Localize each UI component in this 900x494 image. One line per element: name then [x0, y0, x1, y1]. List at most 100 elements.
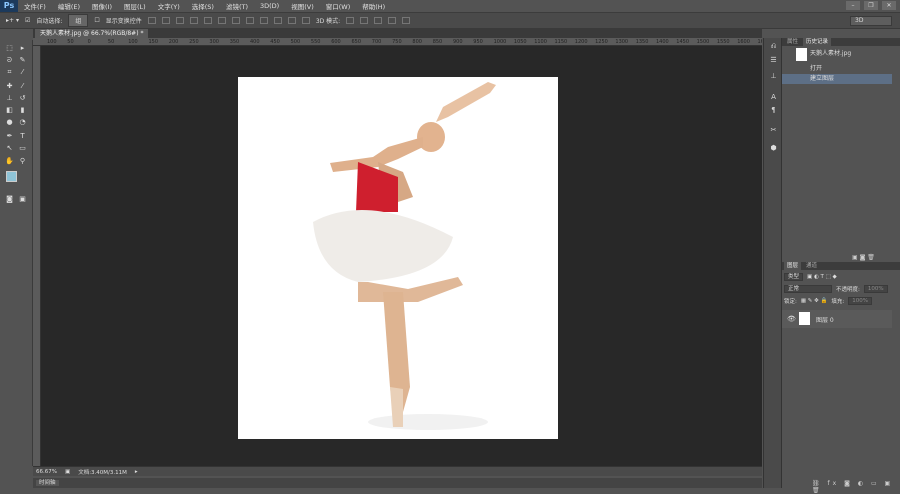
3d-scale-icon[interactable] [402, 17, 411, 24]
pen-tool-icon[interactable]: ✒ [5, 132, 14, 140]
layer-filter-dropdown[interactable]: 类型 [784, 273, 804, 281]
ruler-tick-label: 600 [331, 39, 341, 45]
panel-icon-strip: ⎌ ☰ ⊥ A ¶ ✂ ⬢ [763, 38, 782, 488]
brush-presets-icon[interactable]: ⊥ [769, 72, 778, 80]
type-tool-icon[interactable]: T [18, 132, 27, 140]
menu-image[interactable]: 图像(I) [86, 1, 118, 11]
crop-tool-icon[interactable]: ⌗ [5, 68, 14, 76]
gradient-tool-icon[interactable]: ▮ [18, 106, 27, 114]
opacity-field[interactable]: 100% [863, 285, 888, 293]
marquee-tool-icon[interactable]: ⬚ [5, 44, 14, 52]
align-middle-icon[interactable] [161, 17, 170, 24]
filter-icons[interactable]: ▣ ◐ T ⬚ ◆ [807, 274, 837, 280]
eyedropper-tool-icon[interactable]: ⁄ [18, 68, 27, 76]
3d-slide-icon[interactable] [388, 17, 397, 24]
menu-type[interactable]: 文字(Y) [152, 1, 186, 11]
menu-filter[interactable]: 滤镜(T) [220, 1, 254, 11]
tab-properties[interactable]: 属性 [784, 38, 801, 46]
lasso-tool-icon[interactable]: ᘐ [5, 56, 14, 64]
align-right-icon[interactable] [217, 17, 226, 24]
tab-history[interactable]: 历史记录 [803, 38, 832, 46]
zoom-tool-icon[interactable]: ⚲ [18, 157, 27, 165]
blur-tool-icon[interactable]: ● [5, 118, 14, 126]
history-brush-tool-icon[interactable]: ↺ [18, 94, 27, 102]
tab-channels[interactable]: 通道 [803, 262, 820, 270]
3d-rotate-icon[interactable] [346, 17, 355, 24]
properties-panel-icon[interactable]: ☰ [769, 56, 778, 64]
3d-panel-icon[interactable]: ⬢ [769, 144, 778, 152]
align-bottom-icon[interactable] [175, 17, 184, 24]
tab-layers[interactable]: 图层 [784, 262, 802, 270]
export-icon[interactable]: ▣ [65, 469, 70, 475]
align-center-icon[interactable] [203, 17, 212, 24]
ballerina-photo[interactable] [238, 77, 558, 439]
fill-field[interactable]: 100% [848, 297, 872, 305]
workspace-dropdown[interactable]: 3D [850, 16, 892, 26]
auto-align-icon[interactable] [301, 17, 310, 24]
ruler-tick-label: 450 [270, 39, 280, 45]
healing-tool-icon[interactable]: ✚ [5, 82, 14, 90]
history-snapshot[interactable]: 天鹅人素材.jpg [782, 49, 892, 59]
foreground-color-swatch[interactable] [6, 171, 17, 182]
quick-select-tool-icon[interactable]: ✎ [18, 56, 27, 64]
history-item-open[interactable]: 打开 [782, 64, 892, 74]
distribute-center-icon[interactable] [287, 17, 296, 24]
ruler-tick-label: 800 [412, 39, 422, 45]
dodge-tool-icon[interactable]: ◔ [18, 118, 27, 126]
menu-layer[interactable]: 图层(L) [118, 1, 152, 11]
timeline-tab[interactable]: 时间轴 [36, 480, 59, 486]
distribute-left-icon[interactable] [273, 17, 282, 24]
menu-edit[interactable]: 编辑(E) [52, 1, 86, 11]
clone-stamp-tool-icon[interactable]: ⊥ [5, 94, 14, 102]
move-tool-preset-icon[interactable]: ▸+ ▾ [6, 17, 19, 24]
ruler-tick-label: 900 [453, 39, 463, 45]
ruler-tick-label: 700 [371, 39, 382, 45]
tools-preset-icon[interactable]: ✂ [769, 126, 778, 134]
align-top-icon[interactable] [147, 17, 156, 24]
minimize-button[interactable]: – [846, 1, 860, 10]
brush-tool-icon[interactable]: ⁄ [18, 82, 27, 90]
menu-3d[interactable]: 3D(D) [254, 2, 285, 10]
auto-select-dropdown[interactable]: 组 [68, 14, 89, 27]
move-tool-icon[interactable]: ▸ [18, 44, 27, 52]
paragraph-panel-icon[interactable]: ¶ [769, 106, 778, 114]
menu-file[interactable]: 文件(F) [18, 1, 52, 11]
eraser-tool-icon[interactable]: ◧ [5, 106, 14, 114]
menu-select[interactable]: 选择(S) [186, 1, 220, 11]
ruler-tick-label: 1350 [635, 39, 649, 45]
zoom-level[interactable]: 66.67% [36, 469, 57, 475]
status-menu-arrow-icon[interactable]: ▸ [135, 469, 138, 475]
3d-roll-icon[interactable] [360, 17, 369, 24]
distribute-bottom-icon[interactable] [259, 17, 268, 24]
distribute-middle-icon[interactable] [245, 17, 254, 24]
character-panel-icon[interactable]: A [769, 93, 778, 101]
menu-help[interactable]: 帮助(H) [356, 1, 391, 11]
align-left-icon[interactable] [189, 17, 198, 24]
show-transform-checkbox[interactable]: ☐ [94, 17, 99, 24]
ruler-tick-label: 50 [107, 39, 115, 45]
menu-window[interactable]: 窗口(W) [320, 1, 357, 11]
history-item-new-layer[interactable]: 建立图层 [782, 74, 892, 84]
ruler-tick-label: 1050 [513, 39, 527, 45]
history-panel-icon[interactable]: ⎌ [769, 42, 778, 50]
document-tab[interactable]: 天鹅人素材.jpg @ 66.7%(RGB/8#) * [35, 29, 149, 38]
restore-button[interactable]: ❐ [864, 1, 878, 10]
screen-mode-icon[interactable]: ▣ [18, 195, 27, 203]
history-action-icons[interactable]: ▣ ◙ 🗑 [852, 254, 875, 261]
shape-tool-icon[interactable]: ▭ [18, 144, 27, 152]
auto-select-checkbox[interactable]: ☑ [25, 17, 30, 24]
visibility-eye-icon[interactable]: 👁 [787, 315, 796, 323]
layer-row[interactable]: 👁 图层 0 [782, 310, 892, 328]
blend-mode-dropdown[interactable]: 正常 [784, 285, 832, 293]
quick-mask-icon[interactable]: ◙ [5, 195, 14, 203]
menu-view[interactable]: 视图(V) [285, 1, 320, 11]
lock-icons[interactable]: ▦ ✎ ✥ 🔒 [801, 298, 828, 304]
layer-name[interactable]: 图层 0 [816, 315, 834, 324]
path-select-tool-icon[interactable]: ↖ [5, 144, 14, 152]
ruler-tick-label: 100 [47, 39, 57, 45]
layer-action-icons[interactable]: ⛓ fx ◙ ◐ ▭ ▣ 🗑 [812, 480, 900, 494]
hand-tool-icon[interactable]: ✋ [5, 157, 14, 165]
3d-pan-icon[interactable] [374, 17, 383, 24]
close-button[interactable]: ✕ [882, 1, 896, 10]
distribute-top-icon[interactable] [231, 17, 240, 24]
